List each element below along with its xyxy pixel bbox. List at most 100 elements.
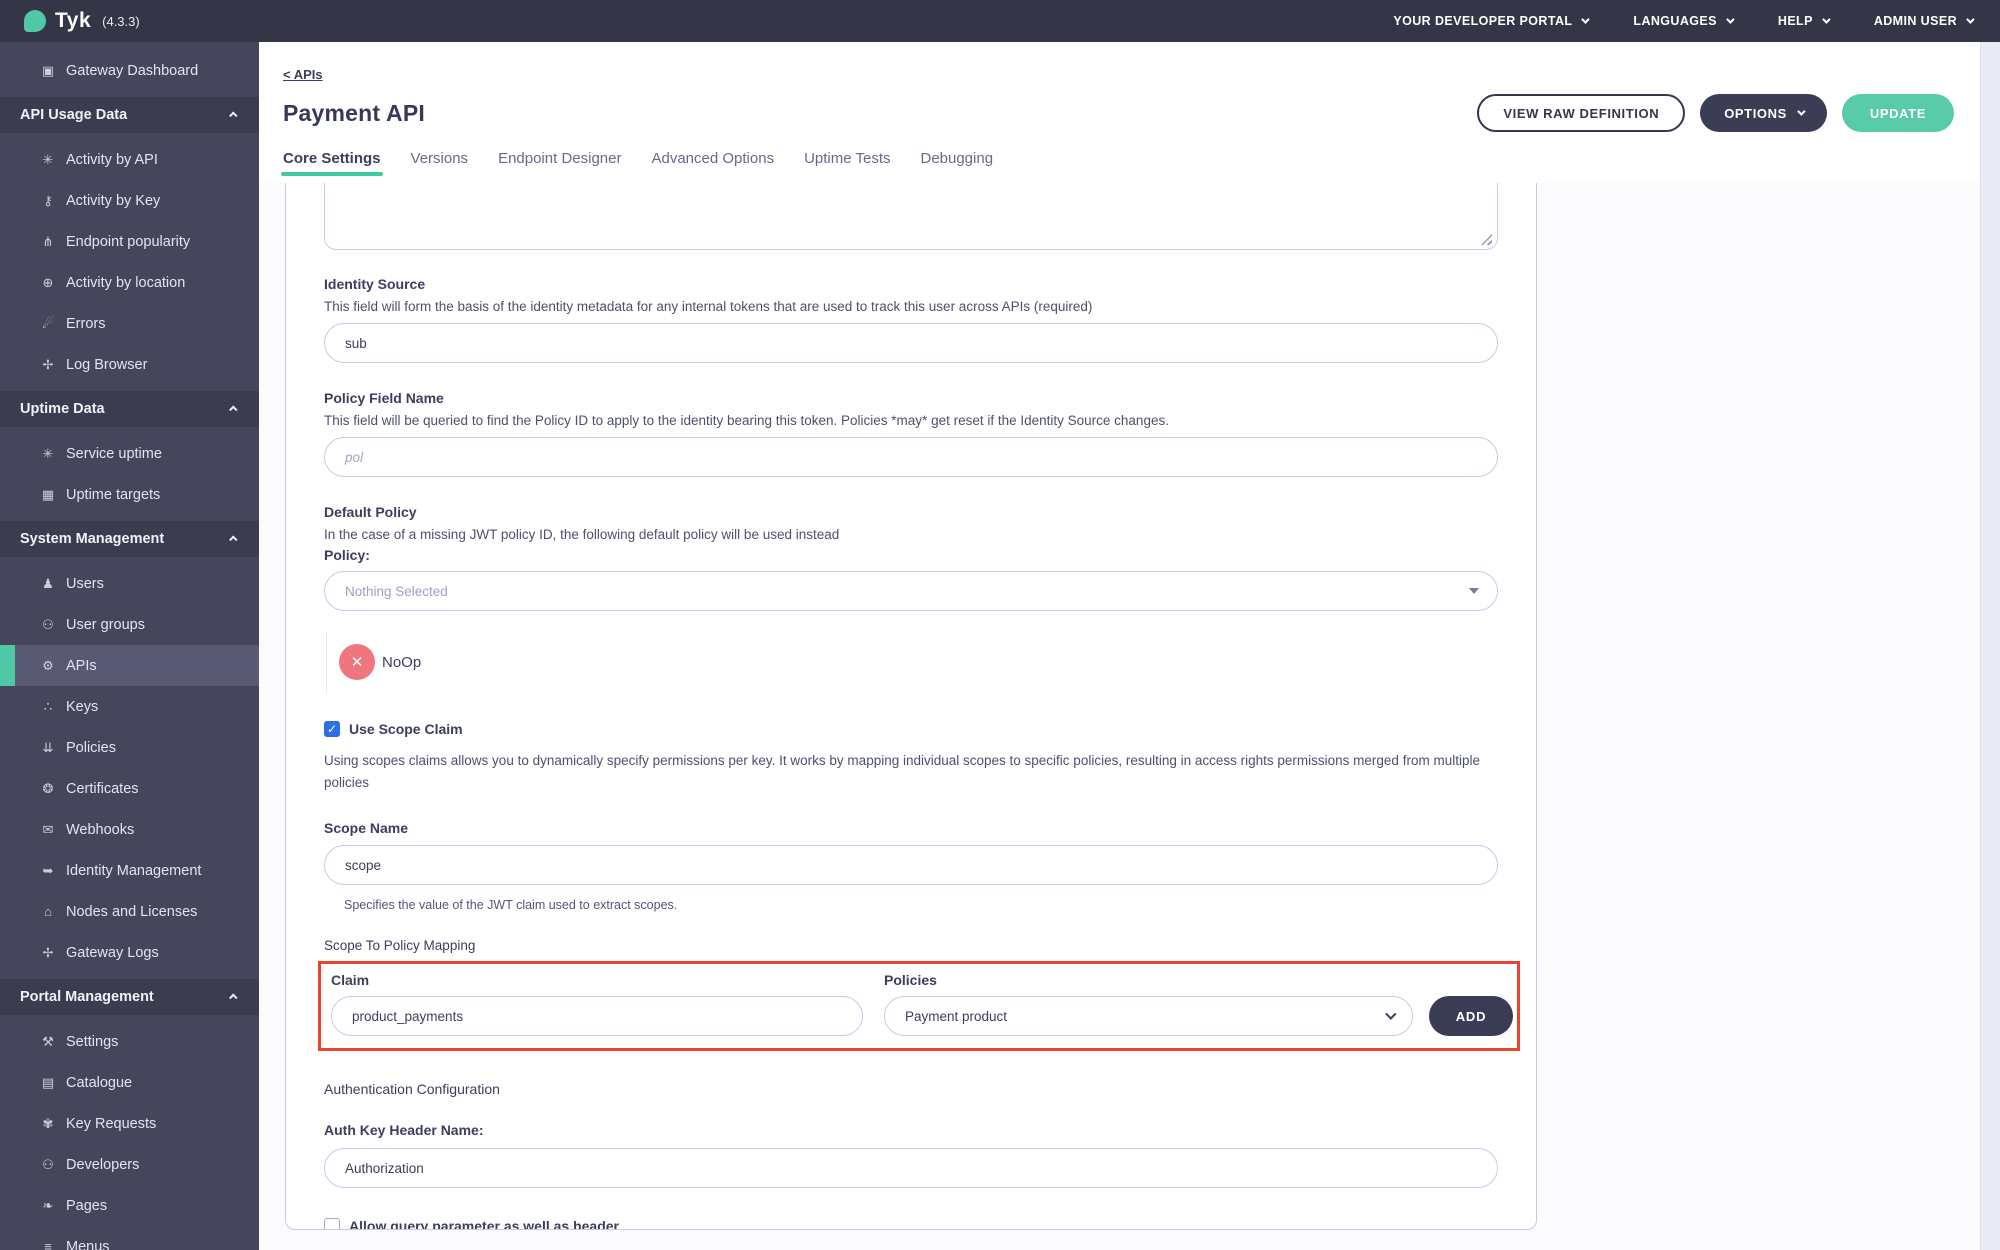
sidebar-item-service-uptime[interactable]: ✳ Service uptime — [0, 433, 259, 474]
sidebar-item-user-groups[interactable]: ⚇ User groups — [0, 604, 259, 645]
sidebar-item-label: Pages — [66, 1197, 108, 1214]
sidebar-item-nodes-and-licenses[interactable]: ⌂ Nodes and Licenses — [0, 891, 259, 932]
sidebar-item-label: Service uptime — [66, 445, 162, 462]
sidebar-item-label: Keys — [66, 698, 99, 715]
sidebar-item-webhooks[interactable]: ✉ Webhooks — [0, 809, 259, 850]
sidebar-section-portal-management[interactable]: Portal Management — [0, 979, 259, 1015]
sidebar-item-settings[interactable]: ⚒ Settings — [0, 1021, 259, 1062]
update-button[interactable]: UPDATE — [1841, 94, 1954, 132]
sidebar-item-activity-by-api[interactable]: ✳ Activity by API — [0, 139, 259, 180]
tab-debugging[interactable]: Debugging — [920, 150, 993, 176]
allow-query-param-row[interactable]: Allow query parameter as well as header — [324, 1218, 1498, 1229]
page-scrollbar[interactable] — [1980, 42, 2000, 1250]
sitemap-icon: ∴ — [43, 698, 53, 714]
sidebar-item-identity-management[interactable]: ➥ Identity Management — [0, 850, 259, 891]
sidebar-item-errors[interactable]: ☄ Errors — [0, 303, 259, 344]
resize-handle-icon[interactable] — [1481, 234, 1492, 245]
grid-icon: ▦ — [41, 486, 55, 502]
default-policy-help: In the case of a missing JWT policy ID, … — [324, 527, 840, 542]
sidebar-item-activity-by-location[interactable]: ⊕ Activity by location — [0, 262, 259, 303]
brand-name: Tyk — [55, 9, 92, 32]
sidebar-item-catalogue[interactable]: ▤ Catalogue — [0, 1062, 259, 1103]
policies-label: Policies — [884, 972, 937, 989]
sidebar-item-developers[interactable]: ⚇ Developers — [0, 1144, 259, 1185]
chevron-up-icon — [229, 111, 238, 120]
topbar-menu-admin-user-menu[interactable]: ADMIN USER — [1874, 14, 1975, 28]
sidebar-item-label: Catalogue — [66, 1074, 133, 1091]
activity-icon: ✳ — [42, 445, 54, 461]
sidebar-item-label: Activity by Key — [66, 192, 161, 209]
scope-to-policy-mapping-label: Scope To Policy Mapping — [324, 938, 476, 954]
sidebar-section-api-usage-data[interactable]: API Usage Data — [0, 97, 259, 133]
tab-versions[interactable]: Versions — [411, 150, 469, 176]
policy-field-name-input[interactable] — [324, 437, 1498, 477]
sidebar-item-log-browser[interactable]: ✢ Log Browser — [0, 344, 259, 385]
use-scope-claim-row[interactable]: ✓ Use Scope Claim — [324, 721, 1498, 737]
default-policy-select[interactable]: Nothing Selected — [324, 571, 1498, 611]
sidebar-item-gateway-dashboard[interactable]: ▣ Gateway Dashboard — [0, 50, 259, 91]
add-button[interactable]: ADD — [1429, 996, 1513, 1037]
sidebar-item-endpoint-popularity[interactable]: ⋔ Endpoint popularity — [0, 221, 259, 262]
content-region: Identity Source This field will form the… — [259, 183, 1980, 1250]
sidebar-item-gateway-logs[interactable]: ✢ Gateway Logs — [0, 932, 259, 973]
tab-advanced-options[interactable]: Advanced Options — [651, 150, 774, 176]
sidebar: ▣ Gateway Dashboard API Usage Data ✳ Act… — [0, 42, 259, 1250]
sidebar-item-key-requests[interactable]: ✾ Key Requests — [0, 1103, 259, 1144]
tab-uptime-tests[interactable]: Uptime Tests — [804, 150, 890, 176]
remove-noop-button[interactable]: ✕ — [339, 644, 375, 680]
policies-select[interactable]: Payment product — [884, 996, 1413, 1037]
sidebar-section-system-management[interactable]: System Management — [0, 521, 259, 557]
sidebar-item-uptime-targets[interactable]: ▦ Uptime targets — [0, 474, 259, 515]
sidebar-item-users[interactable]: ♟ Users — [0, 563, 259, 604]
sidebar-item-certificates[interactable]: ❂ Certificates — [0, 768, 259, 809]
topbar-menu-help-menu[interactable]: HELP — [1778, 14, 1831, 28]
sidebar-item-label: APIs — [66, 657, 97, 674]
chevron-down-icon — [1797, 107, 1806, 116]
options-button[interactable]: OPTIONS — [1700, 94, 1827, 132]
use-scope-claim-checkbox[interactable]: ✓ — [324, 721, 340, 737]
policy-label: Policy: — [324, 547, 370, 563]
sidebar-item-apis[interactable]: ⚙ APIs — [0, 645, 259, 686]
topbar-menu-languages-menu[interactable]: LANGUAGES — [1633, 14, 1735, 28]
wrench-icon: ⚒ — [42, 1033, 54, 1049]
scope-name-label: Scope Name — [324, 820, 409, 837]
sidebar-item-activity-by-key[interactable]: ⚷ Activity by Key — [0, 180, 259, 221]
breadcrumb[interactable]: < APIs — [283, 67, 323, 82]
sidebar-item-keys[interactable]: ∴ Keys — [0, 686, 259, 727]
tyk-logo[interactable]: Tyk (4.3.3) — [24, 9, 140, 33]
sidebar-item-policies[interactable]: ⇊ Policies — [0, 727, 259, 768]
allow-query-param-checkbox[interactable] — [324, 1218, 340, 1229]
claim-input[interactable] — [331, 996, 863, 1037]
sidebar-item-label: Log Browser — [66, 356, 148, 373]
description-textarea[interactable] — [324, 183, 1498, 250]
tab-endpoint-designer[interactable]: Endpoint Designer — [498, 150, 621, 176]
sidebar-item-label: User groups — [66, 616, 145, 633]
topbar-menus: YOUR DEVELOPER PORTAL LANGUAGES HELP ADM… — [1393, 14, 1975, 28]
gears-icon: ⚙ — [42, 657, 54, 673]
sidebar-item-menus[interactable]: ≡ Menus — [0, 1226, 259, 1250]
page-header: < APIs Payment API VIEW RAW DEFINITION O… — [259, 42, 1980, 183]
use-scope-claim-label: Use Scope Claim — [349, 721, 463, 737]
topbar: Tyk (4.3.3) YOUR DEVELOPER PORTAL LANGUA… — [0, 0, 2000, 42]
tab-core-settings[interactable]: Core Settings — [281, 150, 383, 176]
scope-name-helper: Specifies the value of the JWT claim use… — [344, 898, 678, 913]
sidebar-item-label: Activity by API — [66, 151, 158, 168]
annotation-highlight-box: Claim Policies Payment product ADD — [318, 961, 1520, 1052]
identity-icon: ➥ — [42, 862, 54, 878]
topbar-menu-developer-portal-menu[interactable]: YOUR DEVELOPER PORTAL — [1393, 14, 1591, 28]
scope-name-input[interactable] — [324, 845, 1498, 886]
sidebar-item-label: Endpoint popularity — [66, 233, 191, 250]
sidebar-section-label: Uptime Data — [20, 401, 105, 417]
chevron-down-icon — [1966, 15, 1975, 24]
sidebar-item-label: Settings — [66, 1033, 119, 1050]
view-raw-definition-button[interactable]: VIEW RAW DEFINITION — [1477, 94, 1686, 132]
page-title: Payment API — [283, 99, 425, 126]
identity-source-input[interactable] — [324, 323, 1498, 363]
sidebar-section-label: System Management — [20, 531, 165, 547]
auth-key-header-input[interactable] — [324, 1148, 1498, 1189]
default-policy-label: Default Policy — [324, 504, 417, 520]
noop-policy-row: ✕ NoOp — [326, 631, 746, 693]
sidebar-section-uptime-data[interactable]: Uptime Data — [0, 391, 259, 427]
bug-icon: ✢ — [42, 944, 54, 960]
sidebar-item-pages[interactable]: ❧ Pages — [0, 1185, 259, 1226]
